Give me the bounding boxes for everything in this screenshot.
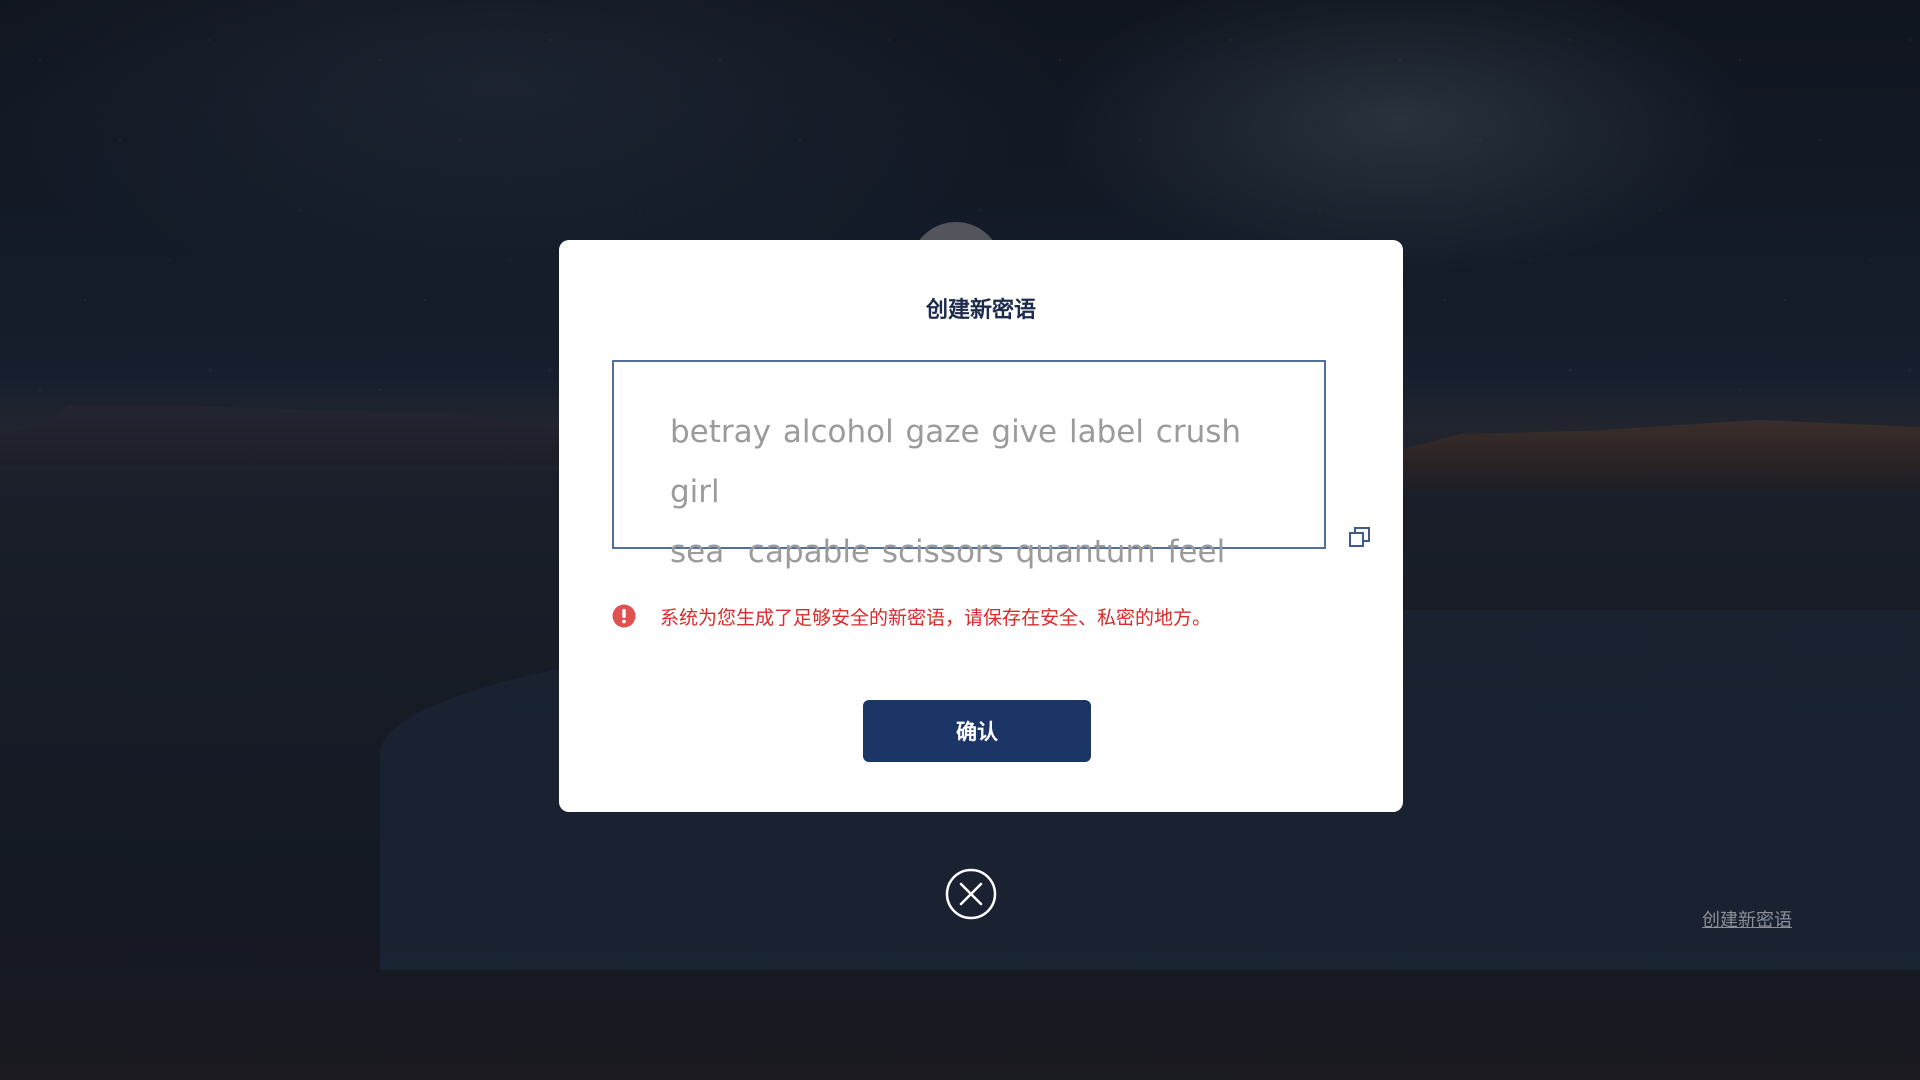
- passphrase-text: betray alcohol gaze give label crush gir…: [670, 402, 1290, 582]
- confirm-button[interactable]: 确认: [863, 700, 1091, 762]
- dialog-title: 创建新密语: [925, 298, 1036, 323]
- copy-icon[interactable]: [1348, 525, 1372, 549]
- warning-message: 系统为您生成了足够安全的新密语，请保存在安全、私密的地方。: [612, 602, 1211, 630]
- exclamation-circle-icon: [612, 604, 636, 628]
- close-circle-icon[interactable]: [945, 868, 997, 920]
- warning-text: 系统为您生成了足够安全的新密语，请保存在安全、私密的地方。: [660, 606, 1212, 629]
- passphrase-box: betray alcohol gaze give label crush gir…: [612, 360, 1326, 570]
- create-new-passphrase-link[interactable]: 创建新密语: [1702, 906, 1792, 932]
- passphrase-line-1: betray alcohol gaze give label crush gir…: [670, 414, 1253, 510]
- create-passphrase-dialog: 创建新密语 betray alcohol gaze give label cru…: [559, 240, 1403, 812]
- passphrase-line-2: sea capable scissors quantum feel: [670, 534, 1226, 570]
